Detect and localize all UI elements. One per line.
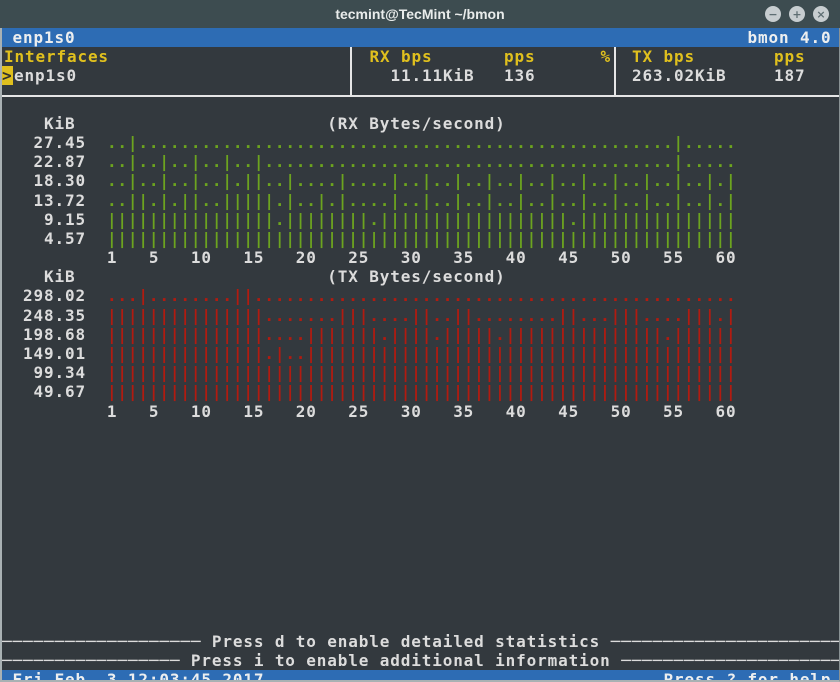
window-title: tecmint@TecMint ~/bmon <box>335 6 504 22</box>
minimize-icon: − <box>768 9 777 20</box>
col-header-tx-bps: TX bps <box>632 47 695 66</box>
chart-line: 22.87 ..|..|..|..|..|...................… <box>2 152 839 171</box>
chart-line: 27.45 ..|...............................… <box>2 133 839 152</box>
status-bar: Fri Feb 3 12:03:45 2017 Press ? for help <box>2 670 839 682</box>
active-interface-label: enp1s0 <box>13 28 76 47</box>
chart-line: KiB (RX Bytes/second) <box>2 114 839 133</box>
close-icon: × <box>816 9 825 20</box>
chart-line: 49.67 ||||||||||||||||||||||||||||||||||… <box>2 382 839 401</box>
hint-additional-info: ───────────────── Press i to enable addi… <box>2 651 839 670</box>
col-header-percent: % <box>601 47 612 66</box>
chart-line: 198.68 |||||||||||||||....|||||||.||||.|… <box>2 325 839 344</box>
maximize-button[interactable]: + <box>789 6 805 22</box>
chart-line: KiB (TX Bytes/second) <box>2 267 839 286</box>
terminal-window: tecmint@TecMint ~/bmon − + × enp1s0 bmon… <box>0 0 840 682</box>
chart-line: 18.30 ..|..|..|..|.||..|....|....|..|..|… <box>2 171 839 190</box>
rx-bps-value: 11.11KiB <box>391 66 475 85</box>
maximize-icon: + <box>792 9 801 20</box>
column-separator-tx <box>614 47 616 95</box>
column-separator-rx <box>350 47 352 95</box>
status-help-hint: Press ? for help <box>664 670 832 682</box>
col-header-rx-bps: RX bps <box>370 47 433 66</box>
chart-line: 99.34 ||||||||||||||||||||||||||||||||||… <box>2 363 839 382</box>
bmon-header-bar: enp1s0 bmon 4.0 <box>2 28 839 47</box>
chart-line: 9.15 ||||||||||||||||.||||||||.|||||||||… <box>2 210 839 229</box>
table-header-row: Interfaces RX bps pps % TX bps pps <box>2 47 839 66</box>
titlebar[interactable]: tecmint@TecMint ~/bmon − + × <box>0 0 840 28</box>
empty-area <box>2 421 839 632</box>
col-header-rx-pps: pps <box>504 47 535 66</box>
col-header-interfaces: Interfaces <box>4 47 109 66</box>
interface-name: enp1s0 <box>14 66 77 85</box>
status-datetime: Fri Feb 3 12:03:45 2017 <box>13 670 265 682</box>
close-button[interactable]: × <box>813 6 829 22</box>
minimize-button[interactable]: − <box>765 6 781 22</box>
interface-row[interactable]: > enp1s0 11.11KiB 136 263.02KiB 187 <box>2 66 839 85</box>
col-header-tx-pps: pps <box>774 47 805 66</box>
terminal[interactable]: enp1s0 bmon 4.0 Interfaces RX bps pps % … <box>0 28 840 682</box>
window-controls: − + × <box>765 0 829 28</box>
bmon-version: bmon 4.0 <box>748 28 832 47</box>
tx-chart: KiB (TX Bytes/second) 298.02 ...|.......… <box>2 267 839 421</box>
chart-line: 4.57 |||||||||||||||||||||||||||||||||||… <box>2 229 839 248</box>
section-divider <box>2 95 839 114</box>
rx-pps-value: 136 <box>504 66 535 85</box>
chart-line: 1 5 10 15 20 25 30 35 40 45 50 55 60 <box>2 402 839 421</box>
rx-chart: KiB (RX Bytes/second) 27.45 ..|.........… <box>2 114 839 268</box>
tx-pps-value: 187 <box>774 66 805 85</box>
tx-bps-value: 263.02KiB <box>632 66 726 85</box>
hint-detailed-stats: ─────────────────── Press d to enable de… <box>2 632 839 651</box>
chart-line: 13.72 ..||.|.||..|||||.|..|.|....|..|..|… <box>2 191 839 210</box>
selection-cursor: > <box>2 66 13 85</box>
chart-line: 248.35 |||||||||||||||.......|||....||..… <box>2 306 839 325</box>
chart-line: 149.01 |||||||||||||||.|..||||||||||||||… <box>2 344 839 363</box>
chart-line: 1 5 10 15 20 25 30 35 40 45 50 55 60 <box>2 248 839 267</box>
chart-line: 298.02 ...|........||...................… <box>2 286 839 305</box>
